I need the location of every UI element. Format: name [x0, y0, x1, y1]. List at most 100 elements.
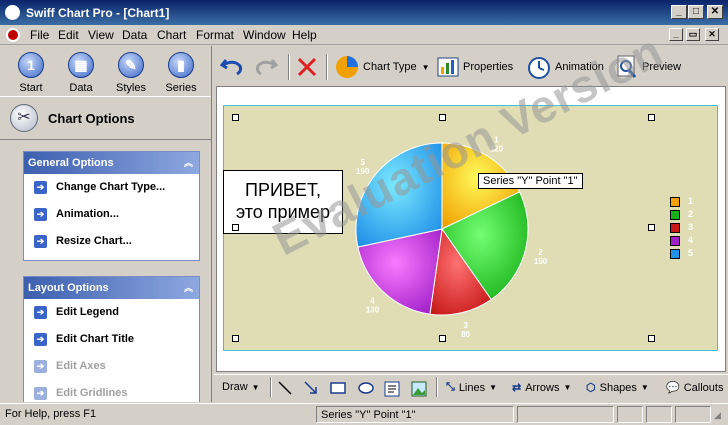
shapes-menu-button[interactable]: ⬡ Shapes ▼: [586, 381, 649, 395]
lines-menu-button[interactable]: ⤡ Lines ▼: [446, 381, 497, 394]
redo-button[interactable]: [254, 54, 282, 80]
ellipse-tool-button[interactable]: [358, 381, 374, 395]
properties-button[interactable]: Properties: [437, 54, 513, 80]
chart-options-header: ✂ Chart Options: [0, 96, 211, 140]
pie-chart-icon: [336, 56, 358, 78]
text-box-icon: [384, 381, 400, 397]
nav-styles-label: Styles: [116, 82, 146, 94]
arrow-right-icon: ➔: [34, 208, 47, 221]
draw-label: Draw: [222, 381, 248, 393]
nav-start-button[interactable]: 1 Start: [9, 52, 53, 94]
arrows-menu-button[interactable]: ⇄ Arrows ▼: [512, 381, 572, 395]
chart-area[interactable]: 1 120 2 150 3 80 4 130 5 190 ПРИВЕТ, это пример S…: [223, 24, 718, 351]
shapes-icon: ⬡: [586, 382, 596, 394]
series-icon: ▮: [168, 52, 194, 78]
chart-legend[interactable]: 1 2 3 4 5: [670, 196, 710, 261]
image-icon: [411, 381, 427, 397]
redo-icon: [255, 59, 278, 76]
menu-format[interactable]: Format: [196, 28, 234, 42]
status-help-text: For Help, press F1: [5, 408, 97, 420]
line-tool-button[interactable]: [278, 381, 292, 395]
nav-data-button[interactable]: ▦ Data: [59, 52, 103, 94]
draw-menu-button[interactable]: Draw ▼: [222, 381, 260, 393]
menu-chart[interactable]: Chart: [157, 28, 186, 42]
image-tool-button[interactable]: [411, 381, 427, 397]
resize-handle[interactable]: [648, 224, 655, 231]
maximize-button[interactable]: □: [688, 5, 704, 19]
menu-window[interactable]: Window: [243, 28, 286, 42]
resize-handle[interactable]: [648, 114, 655, 121]
animation-link[interactable]: ➔ Animation...: [24, 201, 199, 228]
menu-file[interactable]: File: [30, 28, 49, 42]
close-button[interactable]: ✕: [707, 5, 723, 19]
dropdown-arrow-icon: ▼: [421, 62, 430, 72]
drawing-toolbar: Draw ▼ ⤡ Lines ▼ ⇄ Arrows ▼ ⬡ Shapes ▼ 💬 Callout…: [214, 374, 728, 401]
legend-item[interactable]: 4: [670, 235, 710, 248]
chart-type-button[interactable]: Chart Type ▼: [335, 54, 430, 80]
legend-item[interactable]: 2: [670, 209, 710, 222]
arrow-tool-button[interactable]: [304, 381, 318, 395]
edit-legend-link[interactable]: ➔ Edit Legend: [24, 299, 199, 326]
resize-handle[interactable]: [232, 114, 239, 121]
layout-options-group: Layout Options ︽ ➔ Edit Legend ➔ Edit Char…: [23, 276, 200, 402]
nav-start-label: Start: [19, 82, 43, 94]
nav-series-button[interactable]: ▮ Series: [159, 52, 203, 94]
menu-view[interactable]: View: [88, 28, 114, 42]
chart-canvas[interactable]: 1 120 2 150 3 80 4 130 5 190 ПРИВЕТ, это пример S…: [216, 24, 726, 372]
resize-chart-link[interactable]: ➔ Resize Chart...: [24, 228, 199, 255]
general-options-title: General Options: [28, 157, 114, 169]
legend-item[interactable]: 3: [670, 222, 710, 235]
document-icon[interactable]: [6, 28, 20, 42]
status-bar: For Help, press F1 Series "Y" Point "1" …: [0, 403, 728, 425]
arrows-label: Arrows: [525, 381, 560, 394]
lines-icon: ⤡: [446, 381, 455, 393]
nav-data-label: Data: [69, 82, 93, 94]
menu-edit[interactable]: Edit: [58, 28, 79, 42]
menu-help[interactable]: Help: [292, 28, 317, 42]
menu-data[interactable]: Data: [122, 28, 147, 42]
dropdown-arrow-icon: ▼: [563, 383, 572, 392]
mdi-minimize-button[interactable]: _: [669, 28, 683, 41]
layout-options-header[interactable]: Layout Options ︽: [24, 277, 199, 299]
callouts-menu-button[interactable]: 💬 Callouts: [666, 381, 723, 395]
status-panel: [646, 406, 672, 423]
collapse-icon[interactable]: ︽: [184, 281, 193, 294]
chart-type-label: Chart Type: [363, 61, 417, 73]
tools-icon: ✂: [10, 104, 38, 132]
nav-styles-button[interactable]: ✎ Styles: [109, 52, 153, 94]
delete-button[interactable]: [296, 54, 322, 80]
edit-chart-title-link[interactable]: ➔ Edit Chart Title: [24, 326, 199, 353]
resize-handle[interactable]: [439, 114, 446, 121]
arrow-right-icon: ➔: [34, 181, 47, 194]
shapes-label: Shapes: [599, 381, 637, 394]
rectangle-tool-button[interactable]: [330, 381, 346, 395]
undo-button[interactable]: [220, 54, 248, 80]
mdi-restore-button[interactable]: ▭: [686, 28, 700, 41]
mdi-close-button[interactable]: ✕: [705, 28, 719, 41]
undo-icon: [220, 59, 243, 76]
properties-icon: [437, 57, 459, 77]
minimize-button[interactable]: _: [671, 5, 687, 19]
legend-item[interactable]: 5: [670, 248, 710, 261]
change-chart-type-link[interactable]: ➔ Change Chart Type...: [24, 174, 199, 201]
lines-label: Lines: [458, 381, 486, 394]
edit-axes-link[interactable]: ➔ Edit Axes: [24, 353, 199, 380]
resize-handle[interactable]: [232, 335, 239, 342]
general-options-header[interactable]: General Options ︽: [24, 152, 199, 174]
line-icon: [278, 381, 292, 395]
resize-grip-icon[interactable]: ◢: [714, 410, 721, 421]
resize-handle[interactable]: [439, 335, 446, 342]
resize-handle[interactable]: [232, 224, 239, 231]
layout-options-title: Layout Options: [28, 282, 109, 294]
arrow-right-icon: ➔: [34, 360, 47, 373]
edit-gridlines-link[interactable]: ➔ Edit Gridlines: [24, 380, 199, 402]
pie-data-label: 3 80: [461, 321, 470, 339]
arrow-right-icon: ➔: [34, 387, 47, 400]
arrows-icon: ⇄: [512, 382, 522, 394]
resize-handle[interactable]: [648, 335, 655, 342]
toolbar-separator: [436, 377, 438, 397]
legend-item[interactable]: 1: [670, 196, 710, 209]
text-box-tool-button[interactable]: [384, 381, 400, 397]
legend-label: 3: [688, 222, 694, 232]
collapse-icon[interactable]: ︽: [184, 156, 193, 169]
